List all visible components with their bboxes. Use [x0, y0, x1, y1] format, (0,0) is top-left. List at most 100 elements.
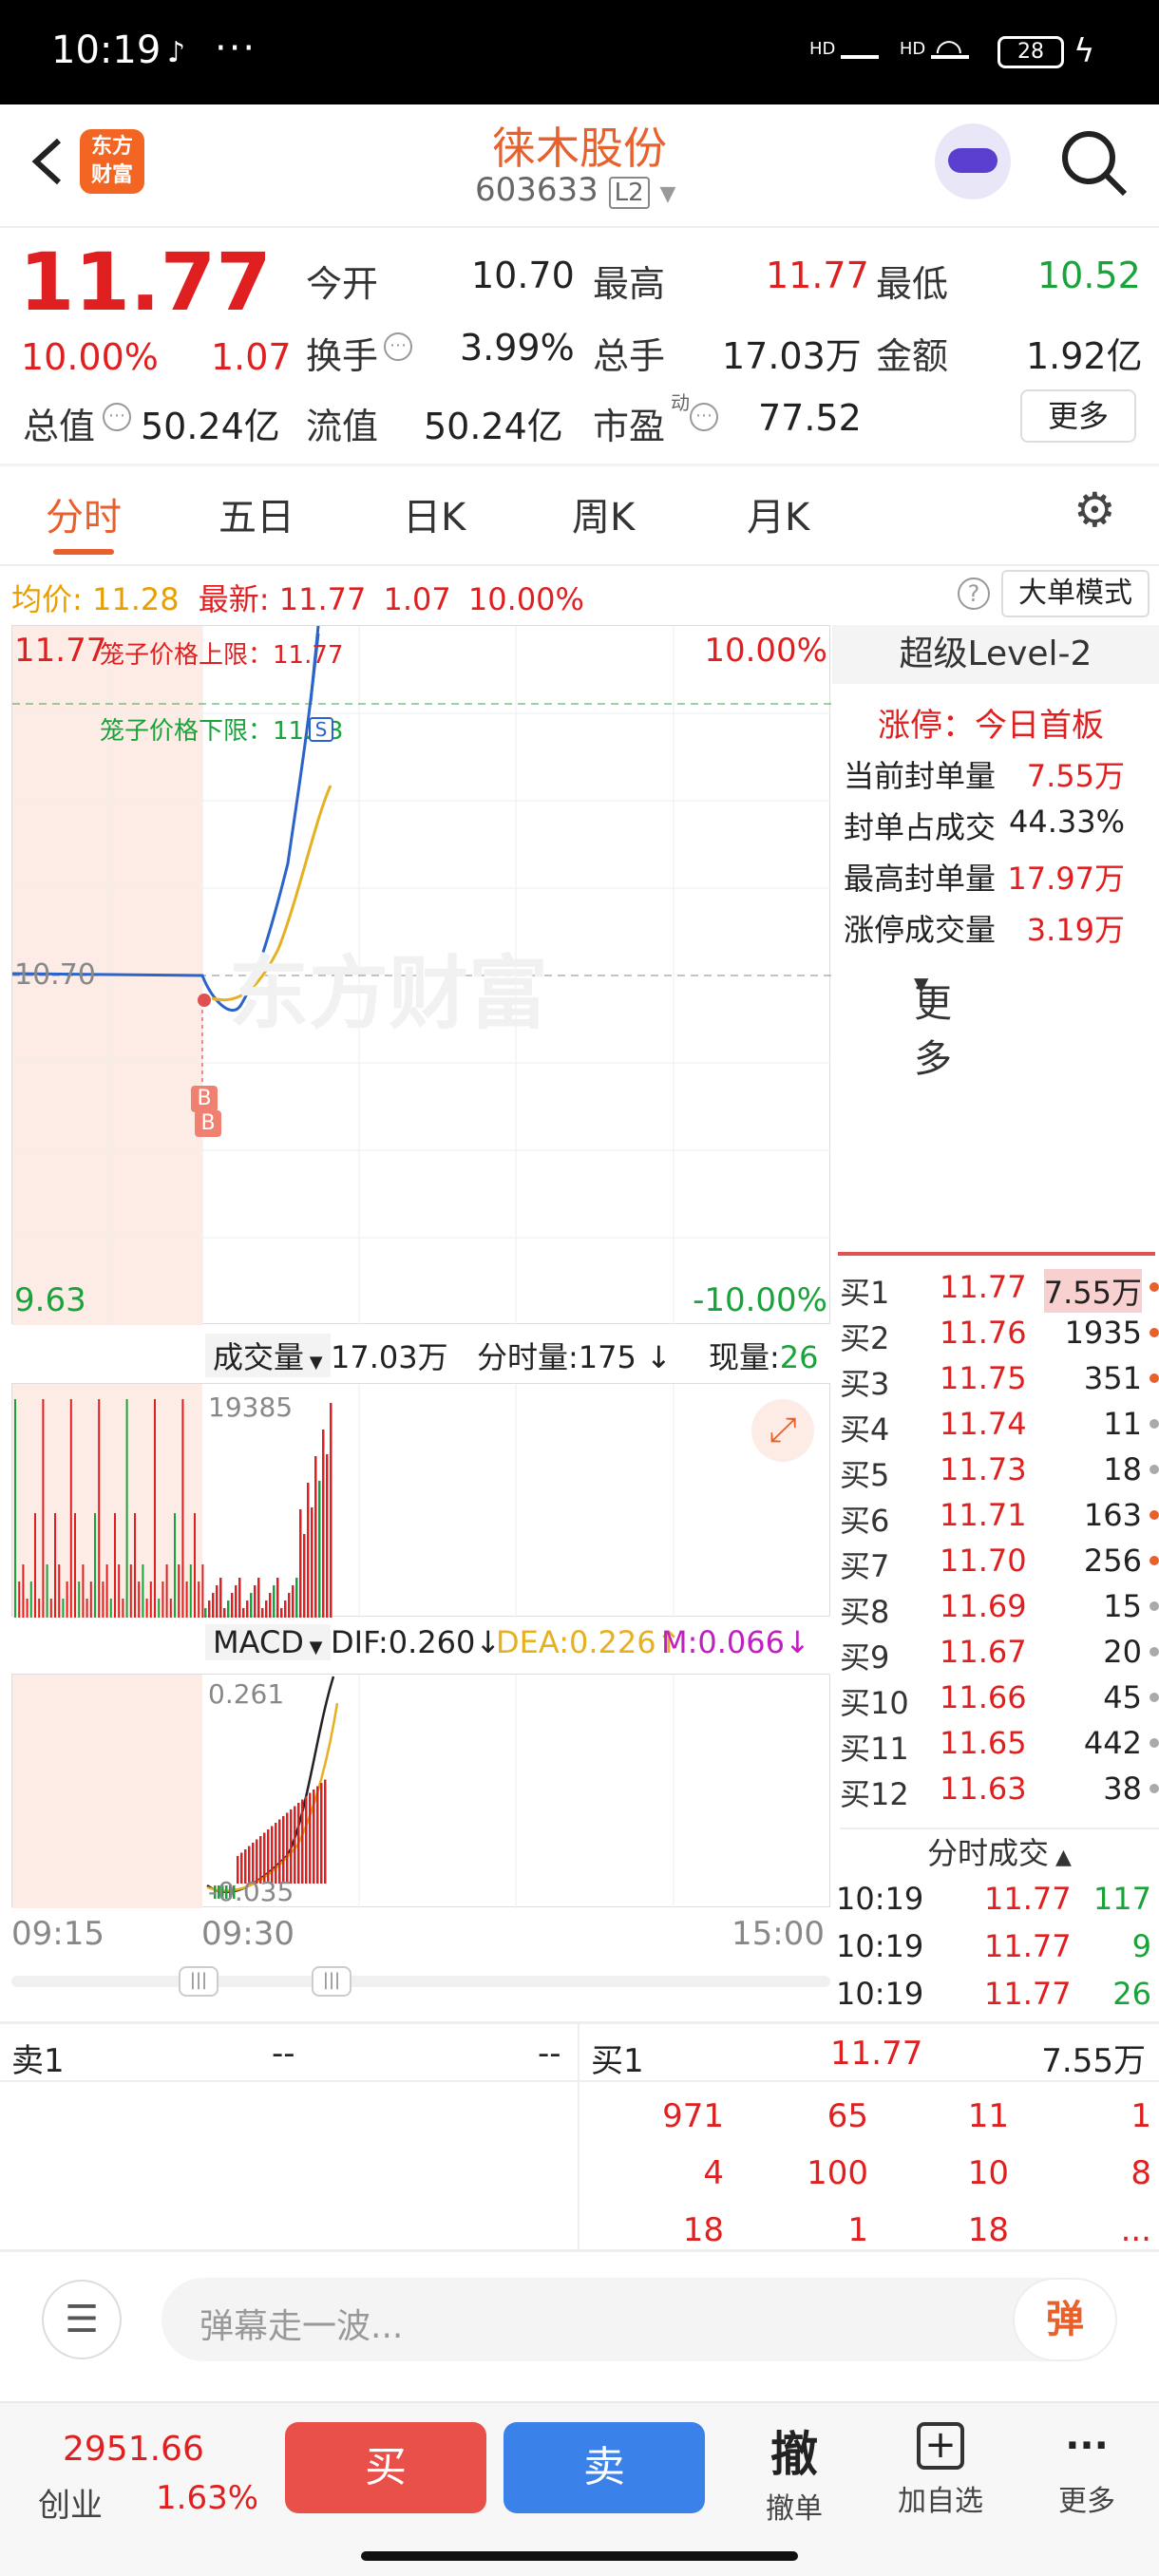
bid-row[interactable]: 买1 11.77 7.55万: [840, 1269, 1159, 1313]
search-icon[interactable]: [1058, 127, 1130, 203]
range-handle-right[interactable]: |||: [312, 1966, 352, 1997]
volume-selector[interactable]: 成交量 ▼: [205, 1334, 331, 1377]
macd-selector[interactable]: MACD ▼: [205, 1624, 331, 1660]
more-quote-button[interactable]: 更多: [1020, 389, 1136, 443]
bid-row[interactable]: 买11 11.65 442: [840, 1725, 1159, 1769]
tick-row: 10:19 11.77 26: [836, 1976, 1155, 2019]
pe-label: 市盈: [593, 406, 666, 447]
tab-intraday[interactable]: 分时: [46, 486, 122, 541]
robot-avatar-icon[interactable]: [935, 123, 1011, 199]
prev-close-label: 10.70: [14, 958, 96, 992]
volume-chart[interactable]: 19385 ⤢: [11, 1383, 830, 1618]
danmaku-button[interactable]: 弹: [1013, 2278, 1117, 2361]
bid-dot: [1150, 1328, 1159, 1337]
buy-button[interactable]: 买: [285, 2422, 486, 2513]
big-order-mode-button[interactable]: 大单模式: [1001, 570, 1150, 617]
macd-dea: DEA:0.226↑: [496, 1624, 682, 1660]
chart-watermark: 东方财富: [229, 947, 549, 1040]
bid-row[interactable]: 买4 11.74 11: [840, 1406, 1159, 1449]
bid-volume: 45: [1103, 1679, 1142, 1715]
bid-row[interactable]: 买3 11.75 351: [840, 1360, 1159, 1404]
add-label: 加自选: [898, 2485, 983, 2518]
pe-superscript: 动: [671, 391, 690, 414]
add-square-icon: +: [917, 2422, 964, 2470]
tab-daily-k[interactable]: 日K: [403, 486, 466, 541]
stat-value: 17.97万: [1007, 861, 1125, 897]
open-value: 10.70: [471, 255, 575, 296]
bid-row[interactable]: 买9 11.67 20: [840, 1634, 1159, 1677]
macd-chart[interactable]: 0.261 -0.035: [11, 1674, 830, 1908]
bid-price: 11.71: [940, 1497, 1027, 1533]
index-value[interactable]: 2951.66: [63, 2430, 204, 2469]
macd-toolbar: MACD ▼ DIF:0.260↓ DEA:0.226↑ M:0.066↓: [11, 1620, 830, 1668]
bid-row[interactable]: 买12 11.63 38: [840, 1771, 1159, 1814]
bid-volume: 38: [1103, 1771, 1142, 1807]
latest-value: 11.77: [278, 581, 367, 617]
help-icon[interactable]: ?: [958, 578, 990, 610]
mktcap-value: 50.24亿: [141, 406, 280, 447]
queue-order: 65: [826, 2097, 868, 2135]
bid-price: 11.66: [940, 1679, 1027, 1715]
bid-dot: [1150, 1601, 1159, 1611]
bid-level: 买5: [840, 1457, 890, 1493]
tick-time: 10:19: [836, 1928, 924, 1964]
queue-order: 100: [807, 2154, 868, 2192]
bid-row[interactable]: 买2 11.76 1935: [840, 1315, 1159, 1358]
add-watchlist-button[interactable]: + 加自选: [884, 2422, 998, 2536]
bid-level: 买8: [840, 1594, 890, 1630]
stock-code-row[interactable]: 603633 L2 ▼: [475, 171, 675, 209]
bid-level: 买11: [840, 1731, 909, 1767]
marker-s[interactable]: S: [309, 717, 333, 742]
info-icon[interactable]: ⋯: [384, 332, 412, 361]
tab-5day[interactable]: 五日: [218, 486, 294, 541]
marker-b[interactable]: B: [191, 1086, 218, 1112]
volume-toolbar: 成交量 ▼ 17.03万 分时量:175 ↓ 现量:26: [11, 1330, 830, 1377]
level2-stat-row: 当前封单量 7.55万: [844, 752, 1144, 796]
bid-row[interactable]: 买5 11.73 18: [840, 1451, 1159, 1495]
volume-total: 17.03万: [331, 1339, 448, 1375]
info-icon[interactable]: ⋯: [103, 403, 131, 431]
level2-bottom-line: [838, 1252, 1155, 1256]
expand-icon[interactable]: ⤢: [751, 1399, 814, 1462]
queue-order: 1: [847, 2211, 868, 2249]
bid-price: 11.75: [940, 1360, 1027, 1396]
bid-row[interactable]: 买6 11.71 163: [840, 1497, 1159, 1541]
bid-row[interactable]: 买8 11.69 15: [840, 1588, 1159, 1632]
level2-title: 超级Level-2: [832, 625, 1159, 684]
y-max-label: 11.77: [14, 632, 107, 670]
high-label: 最高: [593, 263, 666, 305]
bid-price: 11.73: [940, 1451, 1027, 1487]
status-bar: 10:19 ♪ ··· HD HD ◠ 28 ϟ: [0, 0, 1159, 104]
tick-volume: 分时量:175 ↓: [477, 1339, 672, 1375]
intraday-chart[interactable]: 东方财富 11.77 10.00% 9.63 -10.00% 10.70 笼子价…: [11, 625, 831, 1325]
marker-b[interactable]: B: [195, 1110, 221, 1137]
sell-button[interactable]: 卖: [504, 2422, 705, 2513]
cancel-icon: 撤: [770, 2427, 818, 2482]
avg-label: 均价:: [11, 581, 83, 617]
settings-gear-icon[interactable]: ⚙: [1074, 486, 1116, 534]
time-end: 15:00: [732, 1915, 825, 1953]
battery-icon: 28: [998, 36, 1064, 68]
y-min-pct: -10.00%: [693, 1281, 827, 1319]
bid-volume: 18: [1103, 1451, 1142, 1487]
volume-max-label: 19385: [208, 1392, 294, 1423]
bid-level: 买7: [840, 1548, 890, 1584]
bid-level: 买12: [840, 1776, 909, 1812]
ticks-header[interactable]: 分时成交 ▲: [840, 1828, 1159, 1871]
notes-icon[interactable]: ☰: [42, 2280, 122, 2359]
more-nav-button[interactable]: ··· 更多: [1039, 2422, 1134, 2536]
bid-row[interactable]: 买10 11.66 45: [840, 1679, 1159, 1723]
info-icon[interactable]: ⋯: [690, 403, 718, 431]
range-handle-left[interactable]: |||: [179, 1966, 218, 1997]
index-name: 创业: [38, 2487, 103, 2525]
tab-weekly-k[interactable]: 周K: [572, 486, 635, 541]
bid-row[interactable]: 买7 11.70 256: [840, 1543, 1159, 1586]
tab-monthly-k[interactable]: 月K: [747, 486, 809, 541]
tick-price: 11.77: [984, 1976, 1072, 2012]
bid-volume: 442: [1083, 1725, 1142, 1761]
range-scrollbar[interactable]: ||| |||: [11, 1966, 830, 1997]
bid-dot: [1150, 1282, 1159, 1292]
queue-order: 8: [1130, 2154, 1151, 2192]
danmaku-input[interactable]: 弹幕走一波... 弹: [162, 2278, 1117, 2361]
cancel-order-button[interactable]: 撤 撤单: [747, 2416, 842, 2530]
